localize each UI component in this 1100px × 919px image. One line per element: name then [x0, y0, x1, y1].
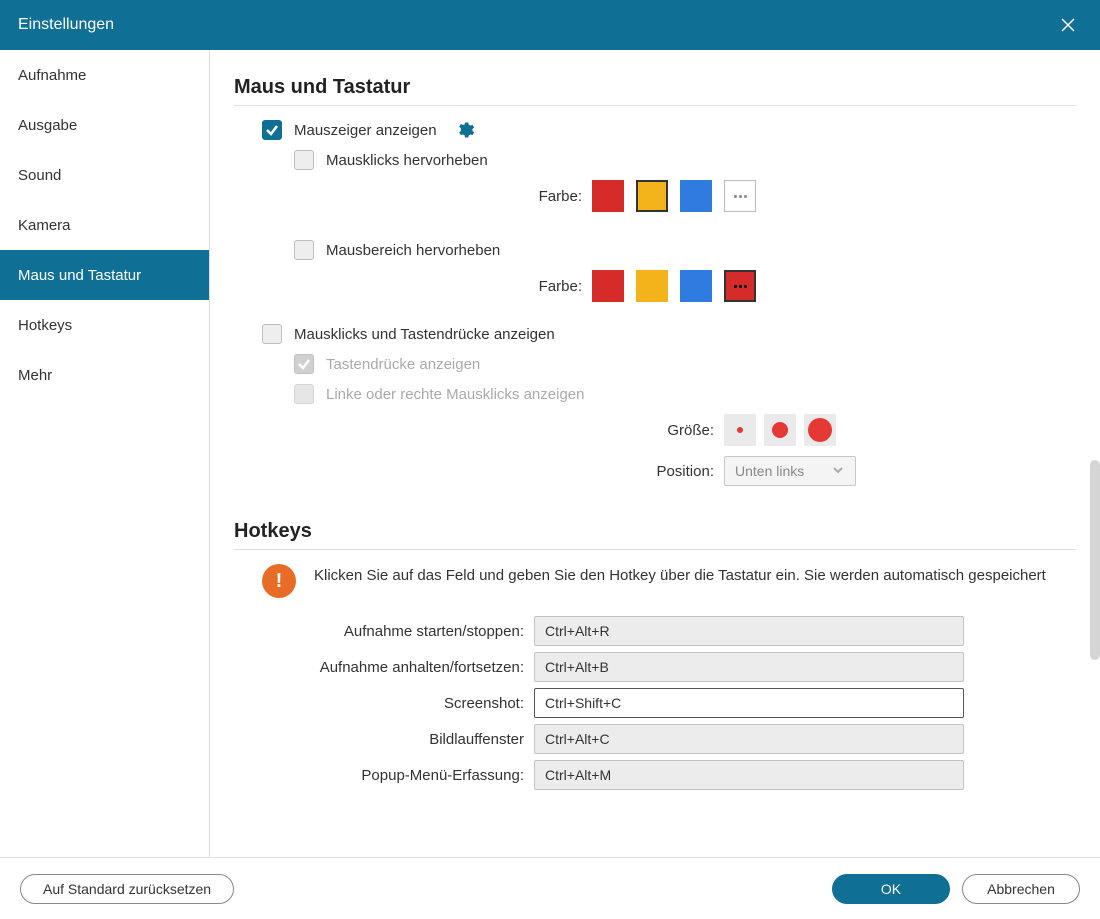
- hotkey-row-popup: Popup-Menü-Erfassung: Ctrl+Alt+M: [234, 760, 1076, 790]
- scrollbar-thumb[interactable]: [1090, 460, 1100, 660]
- gear-icon: [455, 120, 475, 140]
- checkbox-highlight-clicks[interactable]: [294, 150, 314, 170]
- size-small[interactable]: [724, 414, 756, 446]
- label-highlight-area: Mausbereich hervorheben: [326, 242, 500, 259]
- row-highlight-clicks: Mausklicks hervorheben: [234, 150, 1076, 170]
- check-icon: [265, 123, 279, 137]
- hotkey-label-pause: Aufnahme anhalten/fortsetzen:: [234, 659, 534, 676]
- label-show-lr-clicks: Linke oder rechte Mausklicks anzeigen: [326, 386, 584, 403]
- section-title-hotkeys: Hotkeys: [234, 520, 1076, 550]
- sidebar-item-hotkeys[interactable]: Hotkeys: [0, 300, 209, 350]
- hotkey-row-pause: Aufnahme anhalten/fortsetzen: Ctrl+Alt+B: [234, 652, 1076, 682]
- window-title: Einstellungen: [18, 16, 114, 34]
- titlebar: Einstellungen: [0, 0, 1100, 50]
- sidebar: Aufnahme Ausgabe Sound Kamera Maus und T…: [0, 50, 210, 857]
- size-medium[interactable]: [764, 414, 796, 446]
- body: Aufnahme Ausgabe Sound Kamera Maus und T…: [0, 50, 1100, 857]
- hotkey-label-record: Aufnahme starten/stoppen:: [234, 623, 534, 640]
- more-dot-icon: [734, 285, 737, 288]
- label-position: Position:: [234, 463, 724, 480]
- sidebar-item-mehr[interactable]: Mehr: [0, 350, 209, 400]
- hotkey-row-record: Aufnahme starten/stoppen: Ctrl+Alt+R: [234, 616, 1076, 646]
- size-options: [724, 414, 836, 446]
- position-value: Unten links: [735, 463, 804, 479]
- sidebar-item-kamera[interactable]: Kamera: [0, 200, 209, 250]
- hotkey-input-record[interactable]: Ctrl+Alt+R: [534, 616, 964, 646]
- checkbox-show-lr-clicks: [294, 384, 314, 404]
- hotkey-label-scrollwin: Bildlauffenster: [234, 731, 534, 748]
- label-area-color: Farbe:: [234, 278, 592, 295]
- checkbox-show-keys: [294, 354, 314, 374]
- circle-icon: [737, 427, 743, 433]
- scroll-area[interactable]: Maus und Tastatur Mauszeiger anzeigen Ma…: [210, 50, 1100, 857]
- label-click-color: Farbe:: [234, 188, 592, 205]
- checkbox-show-cursor[interactable]: [262, 120, 282, 140]
- close-icon: [1060, 17, 1076, 33]
- label-highlight-clicks: Mausklicks hervorheben: [326, 152, 488, 169]
- row-click-color: Farbe:: [234, 180, 1076, 212]
- info-icon: !: [262, 564, 296, 598]
- area-color-swatches: [592, 270, 756, 302]
- hotkey-input-pause[interactable]: Ctrl+Alt+B: [534, 652, 964, 682]
- row-highlight-area: Mausbereich hervorheben: [234, 240, 1076, 260]
- label-size: Größe:: [234, 422, 724, 439]
- more-dot-icon: [734, 195, 737, 198]
- row-show-lr-clicks: Linke oder rechte Mausklicks anzeigen: [234, 384, 1076, 404]
- hotkeys-info-row: ! Klicken Sie auf das Feld und geben Sie…: [234, 564, 1076, 598]
- hotkey-row-screenshot: Screenshot: Ctrl+Shift+C: [234, 688, 1076, 718]
- swatch-red[interactable]: [592, 180, 624, 212]
- footer: Auf Standard zurücksetzen OK Abbrechen: [0, 857, 1100, 919]
- sidebar-item-ausgabe[interactable]: Ausgabe: [0, 100, 209, 150]
- cursor-settings-button[interactable]: [455, 120, 475, 140]
- hotkey-input-screenshot[interactable]: Ctrl+Shift+C: [534, 688, 964, 718]
- swatch-yellow[interactable]: [636, 180, 668, 212]
- checkbox-highlight-area[interactable]: [294, 240, 314, 260]
- row-show-cursor: Mauszeiger anzeigen: [234, 120, 1076, 140]
- swatch-area-red[interactable]: [592, 270, 624, 302]
- hotkey-input-scrollwin[interactable]: Ctrl+Alt+C: [534, 724, 964, 754]
- size-large[interactable]: [804, 414, 836, 446]
- settings-window: Einstellungen Aufnahme Ausgabe Sound Kam…: [0, 0, 1100, 919]
- sidebar-item-sound[interactable]: Sound: [0, 150, 209, 200]
- chevron-down-icon: [831, 463, 845, 480]
- hotkey-label-screenshot: Screenshot:: [234, 695, 534, 712]
- reset-defaults-button[interactable]: Auf Standard zurücksetzen: [20, 874, 234, 904]
- section-title-mouse: Maus und Tastatur: [234, 76, 1076, 106]
- row-show-keys: Tastendrücke anzeigen: [234, 354, 1076, 374]
- label-show-cursor: Mauszeiger anzeigen: [294, 122, 437, 139]
- circle-icon: [808, 418, 832, 442]
- hotkeys-info-text: Klicken Sie auf das Feld und geben Sie d…: [314, 564, 1046, 586]
- label-show-keys: Tastendrücke anzeigen: [326, 356, 480, 373]
- label-show-clicks-keys: Mausklicks und Tastendrücke anzeigen: [294, 326, 555, 343]
- ok-button[interactable]: OK: [832, 874, 950, 904]
- row-position: Position: Unten links: [234, 456, 1076, 486]
- swatch-area-yellow[interactable]: [636, 270, 668, 302]
- swatch-more-colors[interactable]: [724, 180, 756, 212]
- sidebar-item-aufnahme[interactable]: Aufnahme: [0, 50, 209, 100]
- close-button[interactable]: [1054, 11, 1082, 39]
- cancel-button[interactable]: Abbrechen: [962, 874, 1080, 904]
- circle-icon: [772, 422, 788, 438]
- hotkey-label-popup: Popup-Menü-Erfassung:: [234, 767, 534, 784]
- hotkey-row-scrollwin: Bildlauffenster Ctrl+Alt+C: [234, 724, 1076, 754]
- position-select[interactable]: Unten links: [724, 456, 856, 486]
- row-area-color: Farbe:: [234, 270, 1076, 302]
- main-panel: Maus und Tastatur Mauszeiger anzeigen Ma…: [210, 50, 1100, 857]
- row-show-clicks-keys: Mausklicks und Tastendrücke anzeigen: [234, 324, 1076, 344]
- hotkey-input-popup[interactable]: Ctrl+Alt+M: [534, 760, 964, 790]
- swatch-blue[interactable]: [680, 180, 712, 212]
- swatch-area-blue[interactable]: [680, 270, 712, 302]
- swatch-area-more-colors[interactable]: [724, 270, 756, 302]
- sidebar-item-maus-tastatur[interactable]: Maus und Tastatur: [0, 250, 209, 300]
- row-size: Größe:: [234, 414, 1076, 446]
- check-icon: [297, 357, 311, 371]
- click-color-swatches: [592, 180, 756, 212]
- checkbox-show-clicks-keys[interactable]: [262, 324, 282, 344]
